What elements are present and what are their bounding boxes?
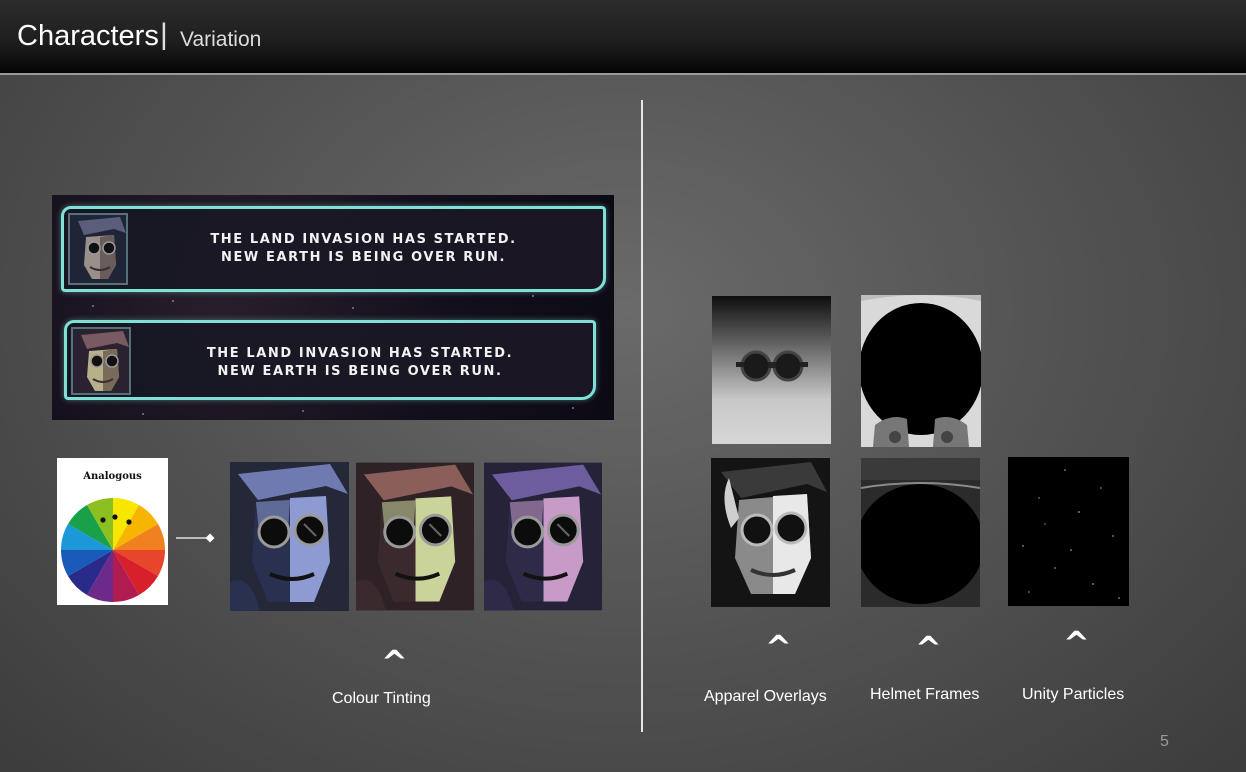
caret-up-icon: ^: [915, 629, 942, 667]
tinted-character-blue: [230, 462, 349, 611]
character-portrait: [68, 213, 128, 285]
apparel-character-greyscale: [711, 458, 830, 607]
dialogue-line-2: NEW EARTH IS BEING OVER RUN.: [220, 250, 507, 265]
caption-helmet-frames: Helmet Frames: [870, 686, 980, 703]
colour-wheel-icon: [61, 498, 165, 602]
dialogue-text: THE LAND INVASION HAS STARTED. NEW EARTH…: [147, 345, 573, 381]
caption-apparel-overlays: Apparel Overlays: [704, 688, 827, 705]
page-number: 5: [1160, 733, 1169, 750]
unity-particles-starfield: [1008, 457, 1129, 606]
character-portrait: [71, 327, 131, 395]
arrow-right-icon: [176, 533, 215, 543]
vertical-divider: [641, 100, 643, 732]
goggles-overlay: [712, 296, 831, 444]
caption-colour-tinting: Colour Tinting: [332, 690, 431, 707]
analogous-colour-wheel: Analogous: [57, 458, 168, 605]
slide-subtitle: Variation: [180, 28, 262, 51]
dialogue-banner-panel: THE LAND INVASION HAS STARTED. NEW EARTH…: [52, 195, 614, 420]
dialogue-line-1: THE LAND INVASION HAS STARTED.: [206, 346, 514, 361]
title-separator: |: [160, 18, 168, 51]
title-bar: Characters | Variation: [0, 0, 1246, 75]
colour-wheel-label: Analogous: [83, 471, 142, 482]
dialogue-banner: THE LAND INVASION HAS STARTED. NEW EARTH…: [64, 320, 596, 400]
helmet-frame-character: [861, 458, 980, 607]
caret-up-icon: ^: [381, 643, 408, 681]
dialogue-line-2: NEW EARTH IS BEING OVER RUN.: [217, 364, 503, 379]
dialogue-line-1: THE LAND INVASION HAS STARTED.: [210, 232, 517, 247]
caret-up-icon: ^: [1063, 624, 1090, 662]
dialogue-banner: THE LAND INVASION HAS STARTED. NEW EARTH…: [61, 206, 606, 292]
slide-title: Characters: [17, 20, 159, 52]
helmet-frame-overlay: [861, 295, 981, 447]
caret-up-icon: ^: [765, 628, 792, 666]
dialogue-text: THE LAND INVASION HAS STARTED. NEW EARTH…: [144, 231, 583, 267]
tinted-character-rose: [356, 462, 474, 611]
tinted-character-violet: [484, 462, 602, 611]
caption-unity-particles: Unity Particles: [1022, 686, 1125, 703]
